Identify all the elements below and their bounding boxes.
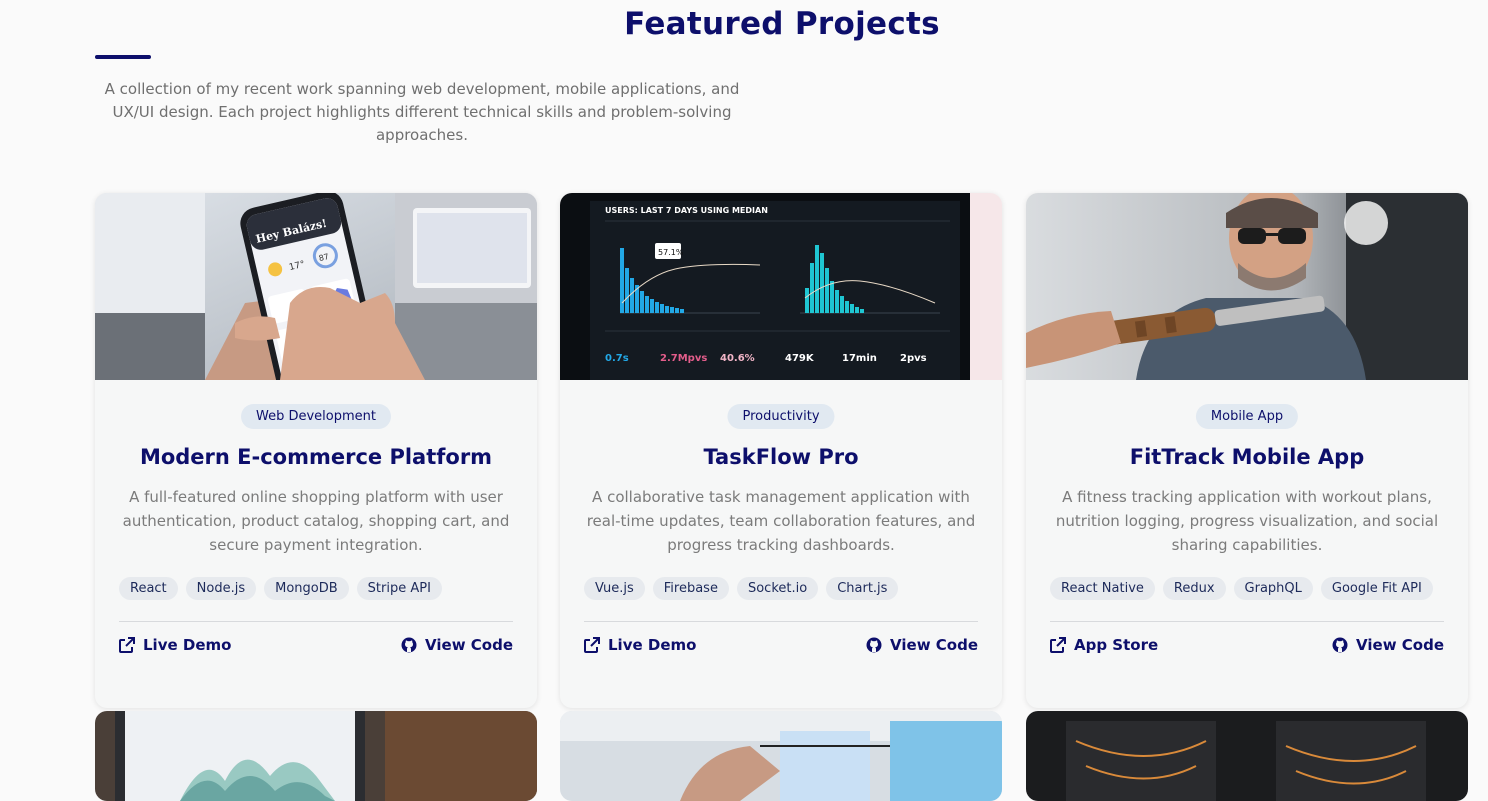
view-code-link[interactable]: View Code xyxy=(1332,636,1444,654)
github-icon xyxy=(866,637,882,653)
app-store-label: App Store xyxy=(1074,636,1159,654)
tech-tag: React Native xyxy=(1050,577,1155,600)
category-badge: Productivity xyxy=(727,404,835,429)
chart-callout: 57.1% xyxy=(658,248,684,257)
stat-value: 40.6% xyxy=(720,353,755,364)
stat-value: 17min xyxy=(842,353,877,364)
project-card-ecommerce: Hey Balázs! 17° 87 Web Development Moder… xyxy=(95,193,537,708)
project-card-taskflow: USERS: LAST 7 DAYS USING MEDIAN 57.1% 0.… xyxy=(560,193,1002,708)
project-image-fittrack xyxy=(1026,193,1468,380)
tech-tag: GraphQL xyxy=(1233,577,1313,600)
tech-tags: Vue.js Firebase Socket.io Chart.js xyxy=(584,577,982,600)
category-badge: Mobile App xyxy=(1195,404,1299,429)
project-image-ecommerce: Hey Balázs! 17° 87 xyxy=(95,193,537,380)
external-link-icon xyxy=(119,637,135,653)
section-intro: A collection of my recent work spanning … xyxy=(104,80,740,144)
project-title: TaskFlow Pro xyxy=(703,445,859,469)
external-link-icon xyxy=(584,637,600,653)
project-title: FitTrack Mobile App xyxy=(1129,445,1365,469)
card-divider xyxy=(584,621,978,622)
app-store-link[interactable]: App Store xyxy=(1050,636,1158,654)
tech-tag: Socket.io xyxy=(736,577,819,600)
tech-tag: Stripe API xyxy=(356,577,442,600)
project-title: Modern E-commerce Platform xyxy=(139,445,493,469)
project-description: A collaborative task management applicat… xyxy=(586,488,976,554)
project-description: A full-featured online shopping platform… xyxy=(122,488,510,554)
view-code-link[interactable]: View Code xyxy=(866,636,978,654)
external-link-icon xyxy=(1050,637,1066,653)
view-code-link[interactable]: View Code xyxy=(401,636,513,654)
tech-tag: React xyxy=(119,577,178,600)
category-badge: Web Development xyxy=(241,404,391,429)
project-card-partial-planning[interactable] xyxy=(560,711,1002,801)
card-divider xyxy=(119,621,513,622)
project-card-partial-analytics[interactable] xyxy=(95,711,537,801)
dashboard-header: USERS: LAST 7 DAYS USING MEDIAN xyxy=(605,206,768,215)
tech-tags: React Native Redux GraphQL Google Fit AP… xyxy=(1050,577,1448,600)
section-title: Featured Projects xyxy=(624,6,940,42)
stat-value: 479K xyxy=(785,353,815,364)
project-image-taskflow: USERS: LAST 7 DAYS USING MEDIAN 57.1% 0.… xyxy=(560,193,1002,380)
tech-tag: Firebase xyxy=(652,577,729,600)
stat-value: 2pvs xyxy=(900,353,927,364)
project-image-analytics xyxy=(95,711,537,801)
live-demo-label: Live Demo xyxy=(608,636,697,654)
project-card-partial-servers[interactable] xyxy=(1026,711,1468,801)
stat-value: 2.7Mpvs xyxy=(660,353,707,364)
tech-tag: Node.js xyxy=(185,577,257,600)
tech-tags: React Node.js MongoDB Stripe API xyxy=(119,577,517,600)
project-description: A fitness tracking application with work… xyxy=(1055,488,1439,554)
featured-projects-section: Featured Projects A collection of my rec… xyxy=(0,0,1488,801)
view-code-label: View Code xyxy=(1356,636,1444,654)
live-demo-label: Live Demo xyxy=(143,636,232,654)
card-divider xyxy=(1050,621,1444,622)
tech-tag: Redux xyxy=(1162,577,1226,600)
project-image-planning xyxy=(560,711,1002,801)
tech-tag: Chart.js xyxy=(826,577,899,600)
stat-value: 0.7s xyxy=(605,353,629,364)
github-icon xyxy=(401,637,417,653)
project-image-servers xyxy=(1026,711,1468,801)
title-underline xyxy=(95,55,151,59)
view-code-label: View Code xyxy=(425,636,513,654)
tech-tag: MongoDB xyxy=(264,577,349,600)
github-icon xyxy=(1332,637,1348,653)
live-demo-link[interactable]: Live Demo xyxy=(584,636,696,654)
view-code-label: View Code xyxy=(890,636,978,654)
project-card-fittrack: Mobile App FitTrack Mobile App A fitness… xyxy=(1026,193,1468,708)
live-demo-link[interactable]: Live Demo xyxy=(119,636,231,654)
tech-tag: Google Fit API xyxy=(1320,577,1433,600)
tech-tag: Vue.js xyxy=(584,577,645,600)
